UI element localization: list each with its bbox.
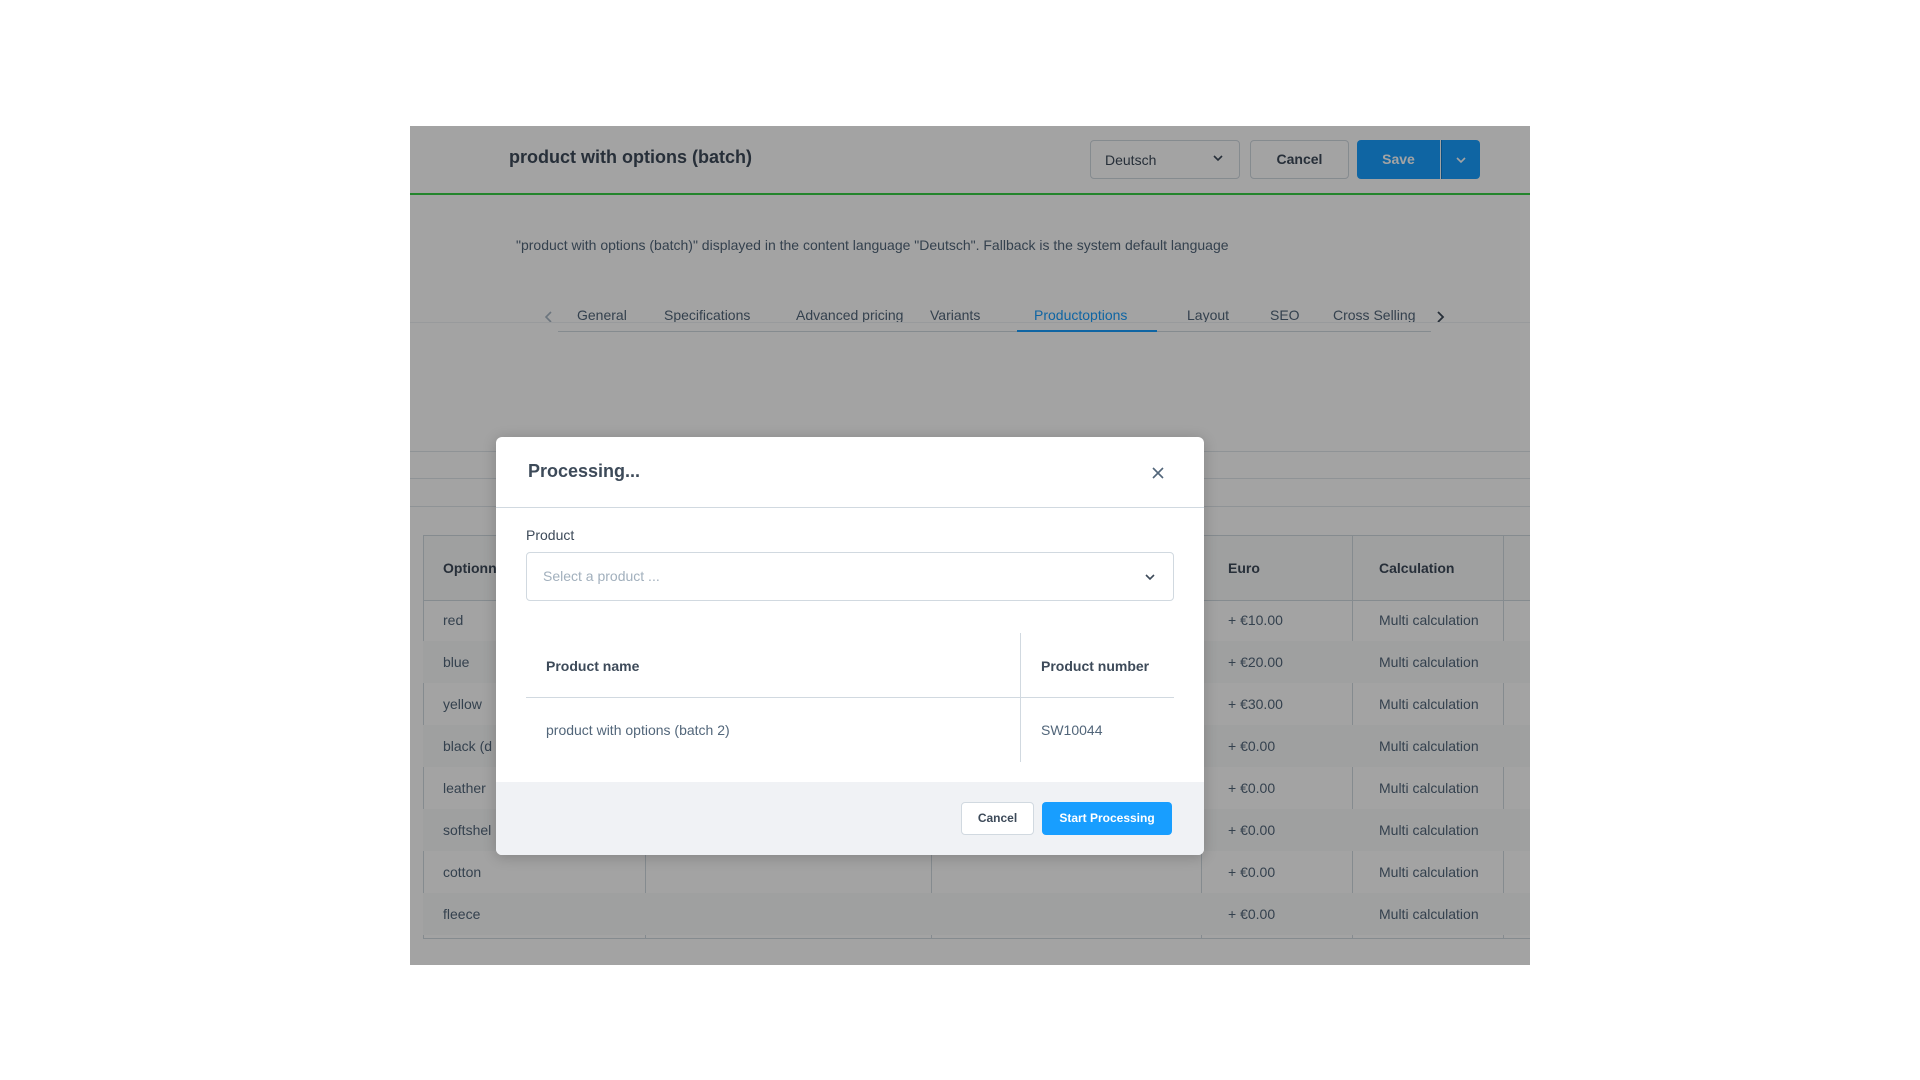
- product-table-header: Product name Product number: [526, 633, 1174, 698]
- product-name-cell: product with options (batch 2): [546, 722, 730, 738]
- modal-title: Processing...: [528, 461, 641, 481]
- column-header-product-number: Product number: [1041, 658, 1150, 674]
- product-select[interactable]: Select a product ...: [526, 552, 1174, 601]
- column-divider: [1020, 633, 1021, 762]
- modal-cancel-button[interactable]: Cancel: [961, 802, 1034, 835]
- product-select-placeholder: Select a product ...: [543, 568, 660, 584]
- start-processing-button[interactable]: Start Processing: [1042, 802, 1172, 835]
- chevron-down-icon: [1145, 574, 1155, 581]
- processing-modal: Processing... Product Select a product .…: [496, 437, 1204, 855]
- column-header-product-name: Product name: [546, 658, 640, 674]
- modal-footer: Cancel Start Processing: [496, 782, 1204, 855]
- product-table: Product name Product number product with…: [526, 633, 1174, 762]
- product-number-cell: SW10044: [1041, 722, 1103, 738]
- product-field-label: Product: [526, 527, 575, 543]
- close-icon[interactable]: [1151, 466, 1165, 480]
- modal-header-divider: [496, 507, 1204, 508]
